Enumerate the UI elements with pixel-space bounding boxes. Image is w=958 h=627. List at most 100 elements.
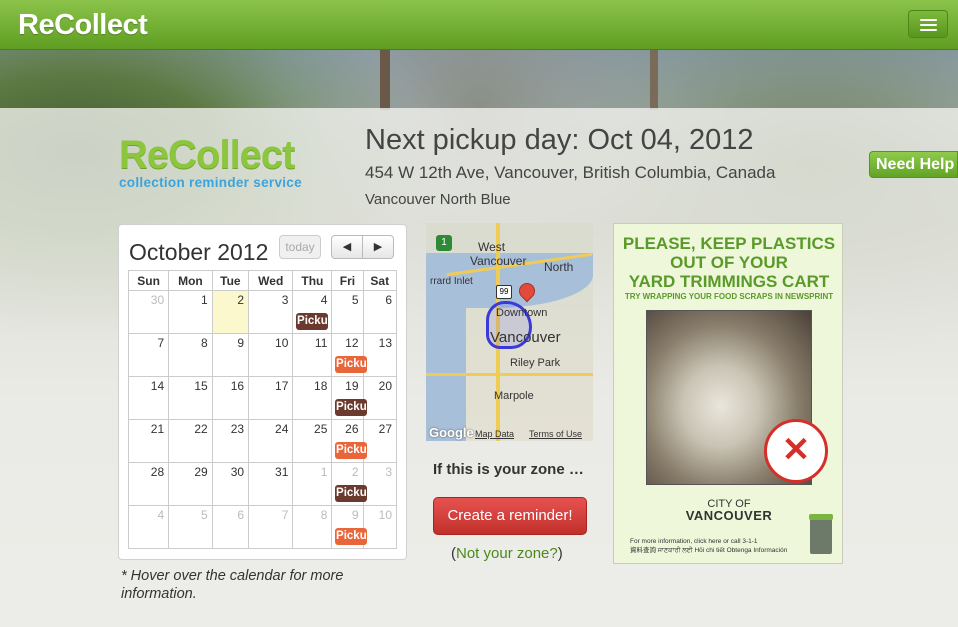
- need-help-button[interactable]: Need Help: [869, 151, 958, 178]
- day-number: 17: [275, 379, 289, 393]
- poster-headline: PLEASE, KEEP PLASTICS OUT OF YOUR YARD T…: [614, 234, 844, 291]
- map-label: Riley Park: [510, 357, 561, 369]
- green-cart-icon: [809, 514, 833, 554]
- weekday-header: Sat: [362, 270, 398, 291]
- calendar-day[interactable]: 18: [292, 376, 333, 420]
- calendar-day[interactable]: 22: [168, 419, 213, 463]
- calendar-day[interactable]: 4 Picku: [292, 290, 333, 334]
- zone-map[interactable]: 1 West Vancouver North rrard Inlet 99 Do…: [426, 223, 593, 441]
- calendar-day[interactable]: 11: [292, 333, 333, 377]
- calendar-day[interactable]: 16: [211, 376, 250, 420]
- day-number: 24: [275, 422, 289, 436]
- calendar-week: 14 15 16 17 18 19 Picku 20: [127, 376, 398, 420]
- day-number: 10: [275, 336, 289, 350]
- calendar-day[interactable]: 30: [127, 290, 170, 334]
- pickup-event[interactable]: Picku: [296, 313, 329, 330]
- create-reminder-button[interactable]: Create a reminder!: [433, 497, 587, 535]
- calendar-day[interactable]: 7: [248, 505, 294, 549]
- day-number: 5: [351, 293, 359, 307]
- calendar-day[interactable]: 26 Picku: [331, 419, 368, 463]
- map-data-link[interactable]: Map Data: [475, 429, 514, 439]
- calendar-day[interactable]: 15: [168, 376, 213, 420]
- calendar-day[interactable]: 7: [127, 333, 170, 377]
- poster-city-big: VANCOUVER: [685, 508, 773, 523]
- day-number: 27: [378, 422, 392, 436]
- calendar-day[interactable]: 3: [248, 290, 294, 334]
- zone-name: Vancouver North Blue: [365, 191, 511, 208]
- calendar-day[interactable]: 1: [292, 462, 333, 506]
- day-number: 8: [200, 336, 208, 350]
- calendar-day[interactable]: 20: [362, 376, 398, 420]
- top-navbar: ReCollect: [0, 0, 958, 50]
- today-button[interactable]: today: [279, 235, 321, 259]
- next-month-button[interactable]: ▶: [362, 235, 394, 259]
- calendar-week: 21 22 23 24 25 26 Picku 27: [127, 419, 398, 463]
- day-number: 12: [345, 336, 359, 350]
- calendar-day[interactable]: 17: [248, 376, 294, 420]
- calendar-day[interactable]: 27: [362, 419, 398, 463]
- not-your-zone-link[interactable]: Not your zone?: [456, 545, 558, 562]
- calendar-day[interactable]: 25: [292, 419, 333, 463]
- weekday-header: Mon: [168, 270, 213, 291]
- recollect-logo: ReCollect collection reminder service: [119, 135, 349, 190]
- calendar-day[interactable]: 6: [362, 290, 398, 334]
- logo-tagline: collection reminder service: [119, 175, 302, 190]
- calendar[interactable]: October 2012 today ◀ ▶ Sun Mon Tue Wed Thu Fr…: [118, 224, 407, 560]
- calendar-day[interactable]: 5: [331, 290, 364, 334]
- calendar-day[interactable]: 6: [211, 505, 250, 549]
- calendar-day[interactable]: 10: [362, 505, 398, 549]
- calendar-day[interactable]: 21: [127, 419, 170, 463]
- day-number: 6: [385, 293, 392, 307]
- calendar-day[interactable]: 12 Picku: [331, 333, 368, 377]
- calendar-day[interactable]: 8: [292, 505, 333, 549]
- calendar-day[interactable]: 2 Picku: [331, 462, 368, 506]
- day-number: 3: [281, 293, 289, 307]
- calendar-day[interactable]: 28: [127, 462, 170, 506]
- day-number: 10: [378, 508, 392, 522]
- calendar-day[interactable]: 8: [168, 333, 213, 377]
- poster-footer-line: For more information, click here or call…: [630, 538, 758, 545]
- map-terms-link[interactable]: Terms of Use: [529, 429, 582, 439]
- calendar-day[interactable]: 14: [127, 376, 170, 420]
- calendar-day[interactable]: 24: [248, 419, 294, 463]
- calendar-week: 4 5 6 7 8 9 Picku 10: [127, 505, 398, 549]
- weekday-header: Fri: [331, 270, 364, 291]
- calendar-hover-note: * Hover over the calendar for more infor…: [121, 568, 344, 602]
- map-footer: Google Map Data Terms of Use: [426, 425, 593, 441]
- poster-footer-line: 資料查詢 ਜਾਣਕਾਰੀ ਲਈ Hỏi chi tiết Obtenga Inf…: [630, 547, 788, 554]
- hamburger-icon[interactable]: [908, 10, 948, 38]
- calendar-day[interactable]: 29: [168, 462, 213, 506]
- calendar-day[interactable]: 4: [127, 505, 170, 549]
- logo-wordmark: ReCollect: [119, 133, 296, 177]
- calendar-day[interactable]: 9 Picku: [331, 505, 368, 549]
- calendar-day[interactable]: 9: [211, 333, 250, 377]
- calendar-day[interactable]: 30: [211, 462, 250, 506]
- calendar-day[interactable]: 23: [211, 419, 250, 463]
- day-number: 28: [150, 465, 165, 479]
- prev-month-button[interactable]: ◀: [331, 235, 363, 259]
- map-label: Vancouver: [490, 329, 561, 346]
- calendar-day[interactable]: 31: [248, 462, 294, 506]
- calendar-day[interactable]: 13: [362, 333, 398, 377]
- background-photo-tree: [650, 50, 658, 110]
- city-of-vancouver-logo: CITY OF VANCOUVER: [684, 498, 774, 522]
- calendar-week: 7 8 9 10 11 12 Picku 13: [127, 333, 398, 377]
- calendar-day[interactable]: 2: [211, 290, 250, 334]
- day-number: 2: [237, 293, 245, 307]
- yard-trimmings-poster[interactable]: PLEASE, KEEP PLASTICS OUT OF YOUR YARD T…: [613, 223, 843, 564]
- calendar-day[interactable]: 5: [168, 505, 213, 549]
- calendar-day[interactable]: 3: [362, 462, 398, 506]
- calendar-day[interactable]: 19 Picku: [331, 376, 368, 420]
- poster-subline: TRY WRAPPING YOUR FOOD SCRAPS IN NEWSPRI…: [624, 292, 834, 301]
- map-label: rrard Inlet: [430, 276, 473, 287]
- day-number: 26: [345, 422, 359, 436]
- calendar-day[interactable]: 1: [168, 290, 213, 334]
- day-number: 15: [194, 379, 208, 393]
- background-photo-tree: [380, 50, 390, 110]
- brand-logo[interactable]: ReCollect: [18, 9, 148, 42]
- calendar-day[interactable]: 10: [248, 333, 294, 377]
- map-label: Marpole: [494, 390, 534, 402]
- day-number: 7: [281, 508, 289, 522]
- day-number: 8: [320, 508, 328, 522]
- day-number: 2: [351, 465, 359, 479]
